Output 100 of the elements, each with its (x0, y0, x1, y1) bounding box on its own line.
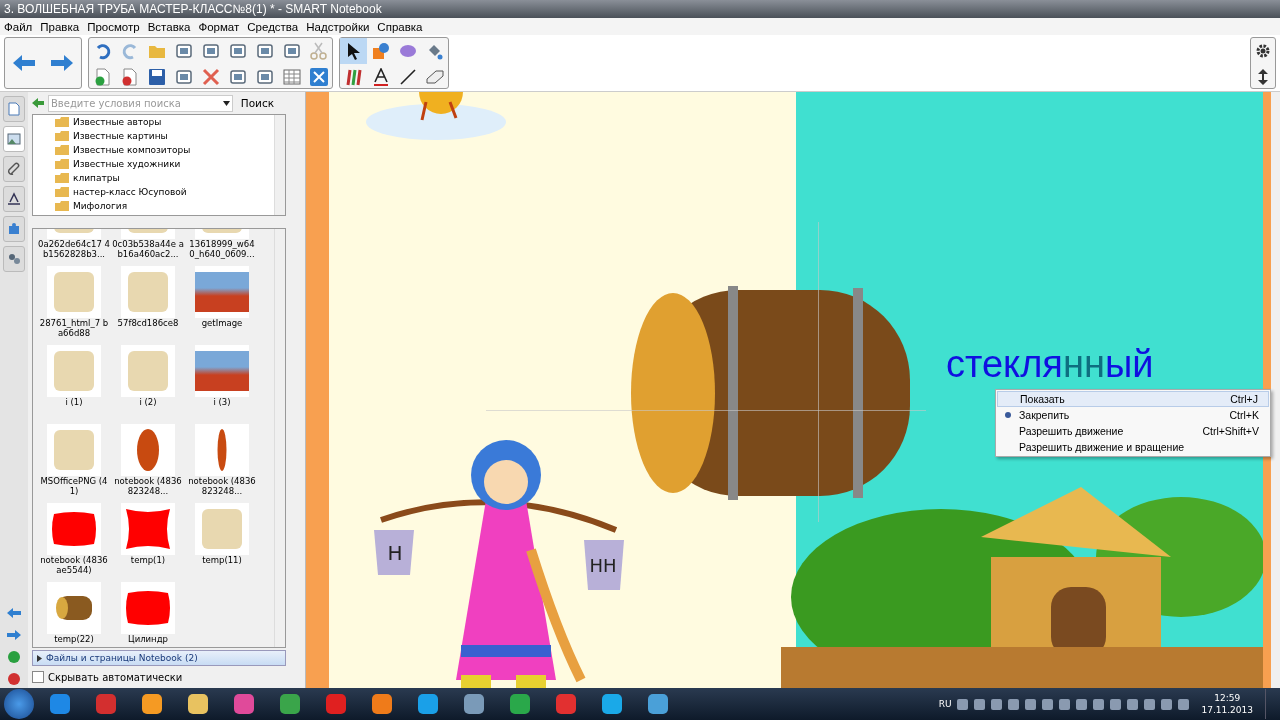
tray-icon[interactable] (1161, 698, 1173, 710)
gallery-item[interactable]: notebook (4836823248... (186, 424, 258, 503)
oval-shape (217, 428, 227, 472)
tray-icon[interactable] (1008, 698, 1020, 710)
properties-icon (7, 192, 21, 206)
checkbox-label: Скрывать автоматически (48, 671, 183, 683)
tree-item[interactable]: клипатры (73, 173, 120, 183)
menu-item[interactable]: Средства (247, 20, 299, 33)
clipart-placeholder (128, 272, 168, 312)
tray-icon[interactable] (1042, 698, 1054, 710)
menu-item[interactable]: Вставка (147, 20, 191, 33)
clipart-placeholder (54, 351, 94, 391)
table-icon (282, 68, 301, 86)
tray-icon[interactable] (1144, 698, 1156, 710)
scrollbar[interactable] (274, 115, 285, 215)
tree-item[interactable]: Известные авторы (73, 117, 162, 127)
tray-icon[interactable] (957, 698, 969, 710)
tree-item[interactable]: настер-класс Юсуповой (73, 187, 187, 197)
shapes-icon (371, 42, 390, 60)
cylinder-shape (50, 512, 98, 546)
properties-tab[interactable] (3, 186, 25, 212)
menu-item[interactable]: Правка (40, 20, 80, 33)
gallery-item[interactable]: 13618999_w64 0_h640_0609... (186, 229, 258, 266)
clipart-placeholder (54, 430, 94, 470)
pointer-tool-button[interactable] (340, 38, 367, 64)
gallery-tab[interactable] (3, 126, 25, 152)
gallery-item[interactable]: 57f8cd186ce8 (112, 266, 184, 345)
gallery-item[interactable]: i (2) (112, 345, 184, 424)
menu-item[interactable]: Формат (198, 20, 240, 33)
paperclip-tab[interactable] (3, 156, 25, 182)
left-arrow-icon (13, 55, 35, 71)
gallery-item[interactable]: i (3) (186, 345, 258, 424)
gallery-item[interactable]: temp(11) (186, 503, 258, 582)
clipart-placeholder (54, 272, 94, 312)
pages-icon (7, 102, 21, 116)
bucket-label: НН (589, 555, 617, 576)
menu-item[interactable]: Справка (377, 20, 423, 33)
tree-item[interactable]: Известные картины (73, 131, 168, 141)
concave-shape (126, 509, 170, 549)
menu-item[interactable]: Разрешить движение Ctrl+Shift+V (997, 423, 1269, 439)
people-tab[interactable] (3, 246, 25, 272)
tray-icon[interactable] (991, 698, 1003, 710)
gallery-item[interactable]: notebook (4836ae5544) (38, 503, 110, 582)
tray-icon[interactable] (1076, 698, 1088, 710)
redo-icon (120, 42, 139, 60)
right-arrow-icon (51, 55, 73, 71)
menu-item[interactable]: Разрешить движение и вращение (997, 439, 1269, 455)
menu-item[interactable]: Показать Ctrl+J (997, 391, 1269, 407)
delete-page-icon (120, 68, 139, 86)
search-button[interactable]: Поиск (236, 97, 286, 109)
gallery-item[interactable]: i (1) (38, 345, 110, 424)
tray-icon[interactable] (1110, 698, 1122, 710)
tree-item[interactable]: Известные художники (73, 159, 181, 169)
gallery-item[interactable]: notebook (4836823248... (112, 424, 184, 503)
add-page-icon (93, 68, 112, 86)
line-icon (398, 68, 417, 86)
clock[interactable]: 12:59 17.11.2013 (1195, 692, 1259, 716)
oval-shape (136, 428, 160, 472)
tray-icon[interactable] (974, 698, 986, 710)
pages-tab[interactable] (3, 96, 25, 122)
section-header[interactable]: Файлы и страницы Notebook (2) (32, 650, 286, 666)
pens-icon (344, 68, 363, 86)
cylinder-shape (124, 591, 172, 625)
delete-icon (201, 68, 220, 86)
tray-icon[interactable] (1025, 698, 1037, 710)
gallery-item[interactable]: temp(1) (112, 503, 184, 582)
gallery-icon (7, 132, 21, 146)
tree-item[interactable]: Мифология (73, 201, 128, 211)
menu-item[interactable]: Просмотр (87, 20, 140, 33)
gallery-item[interactable]: 0c03b538a44e ab16a460ac2... (112, 229, 184, 266)
gallery-item[interactable]: getImage (186, 266, 258, 345)
text-icon (371, 68, 390, 86)
menu-item[interactable]: Закрепить Ctrl+K (997, 407, 1269, 423)
menu-item[interactable]: Файл (4, 20, 33, 33)
settings-icon (1256, 44, 1270, 58)
checkbox[interactable] (32, 671, 44, 683)
gallery-item[interactable]: 0a262de64c17 4b1562828b3... (38, 229, 110, 266)
start-button[interactable] (4, 689, 34, 719)
expand-arrow-icon[interactable] (37, 654, 42, 662)
dropdown-arrow-icon[interactable] (220, 100, 232, 106)
fullscreen-icon (309, 68, 328, 86)
tray-icon[interactable] (1127, 698, 1139, 710)
back-arrow-icon[interactable] (32, 98, 44, 108)
gallery-item[interactable]: MSOfficePNG (41) (38, 424, 110, 503)
tray-icon[interactable] (1178, 698, 1190, 710)
save-icon (147, 68, 166, 86)
gallery-item[interactable]: 28761_html_7 ba66d88 (38, 266, 110, 345)
language-indicator[interactable]: RU (938, 699, 952, 709)
photo-placeholder (195, 351, 249, 391)
up-down-arrow-icon (1258, 69, 1268, 85)
tray-icon[interactable] (1093, 698, 1105, 710)
tray-icon[interactable] (1059, 698, 1071, 710)
paperclip-icon (7, 162, 21, 176)
tree-item[interactable]: Известные композиторы (73, 145, 191, 155)
photo-placeholder (195, 272, 249, 312)
menu-item[interactable]: Надстройки (306, 20, 370, 33)
scissors-icon (309, 42, 328, 60)
barrel-drawing (54, 595, 94, 621)
eraser-icon (425, 68, 444, 86)
search-field[interactable]: Введите условия поиска (48, 94, 233, 112)
